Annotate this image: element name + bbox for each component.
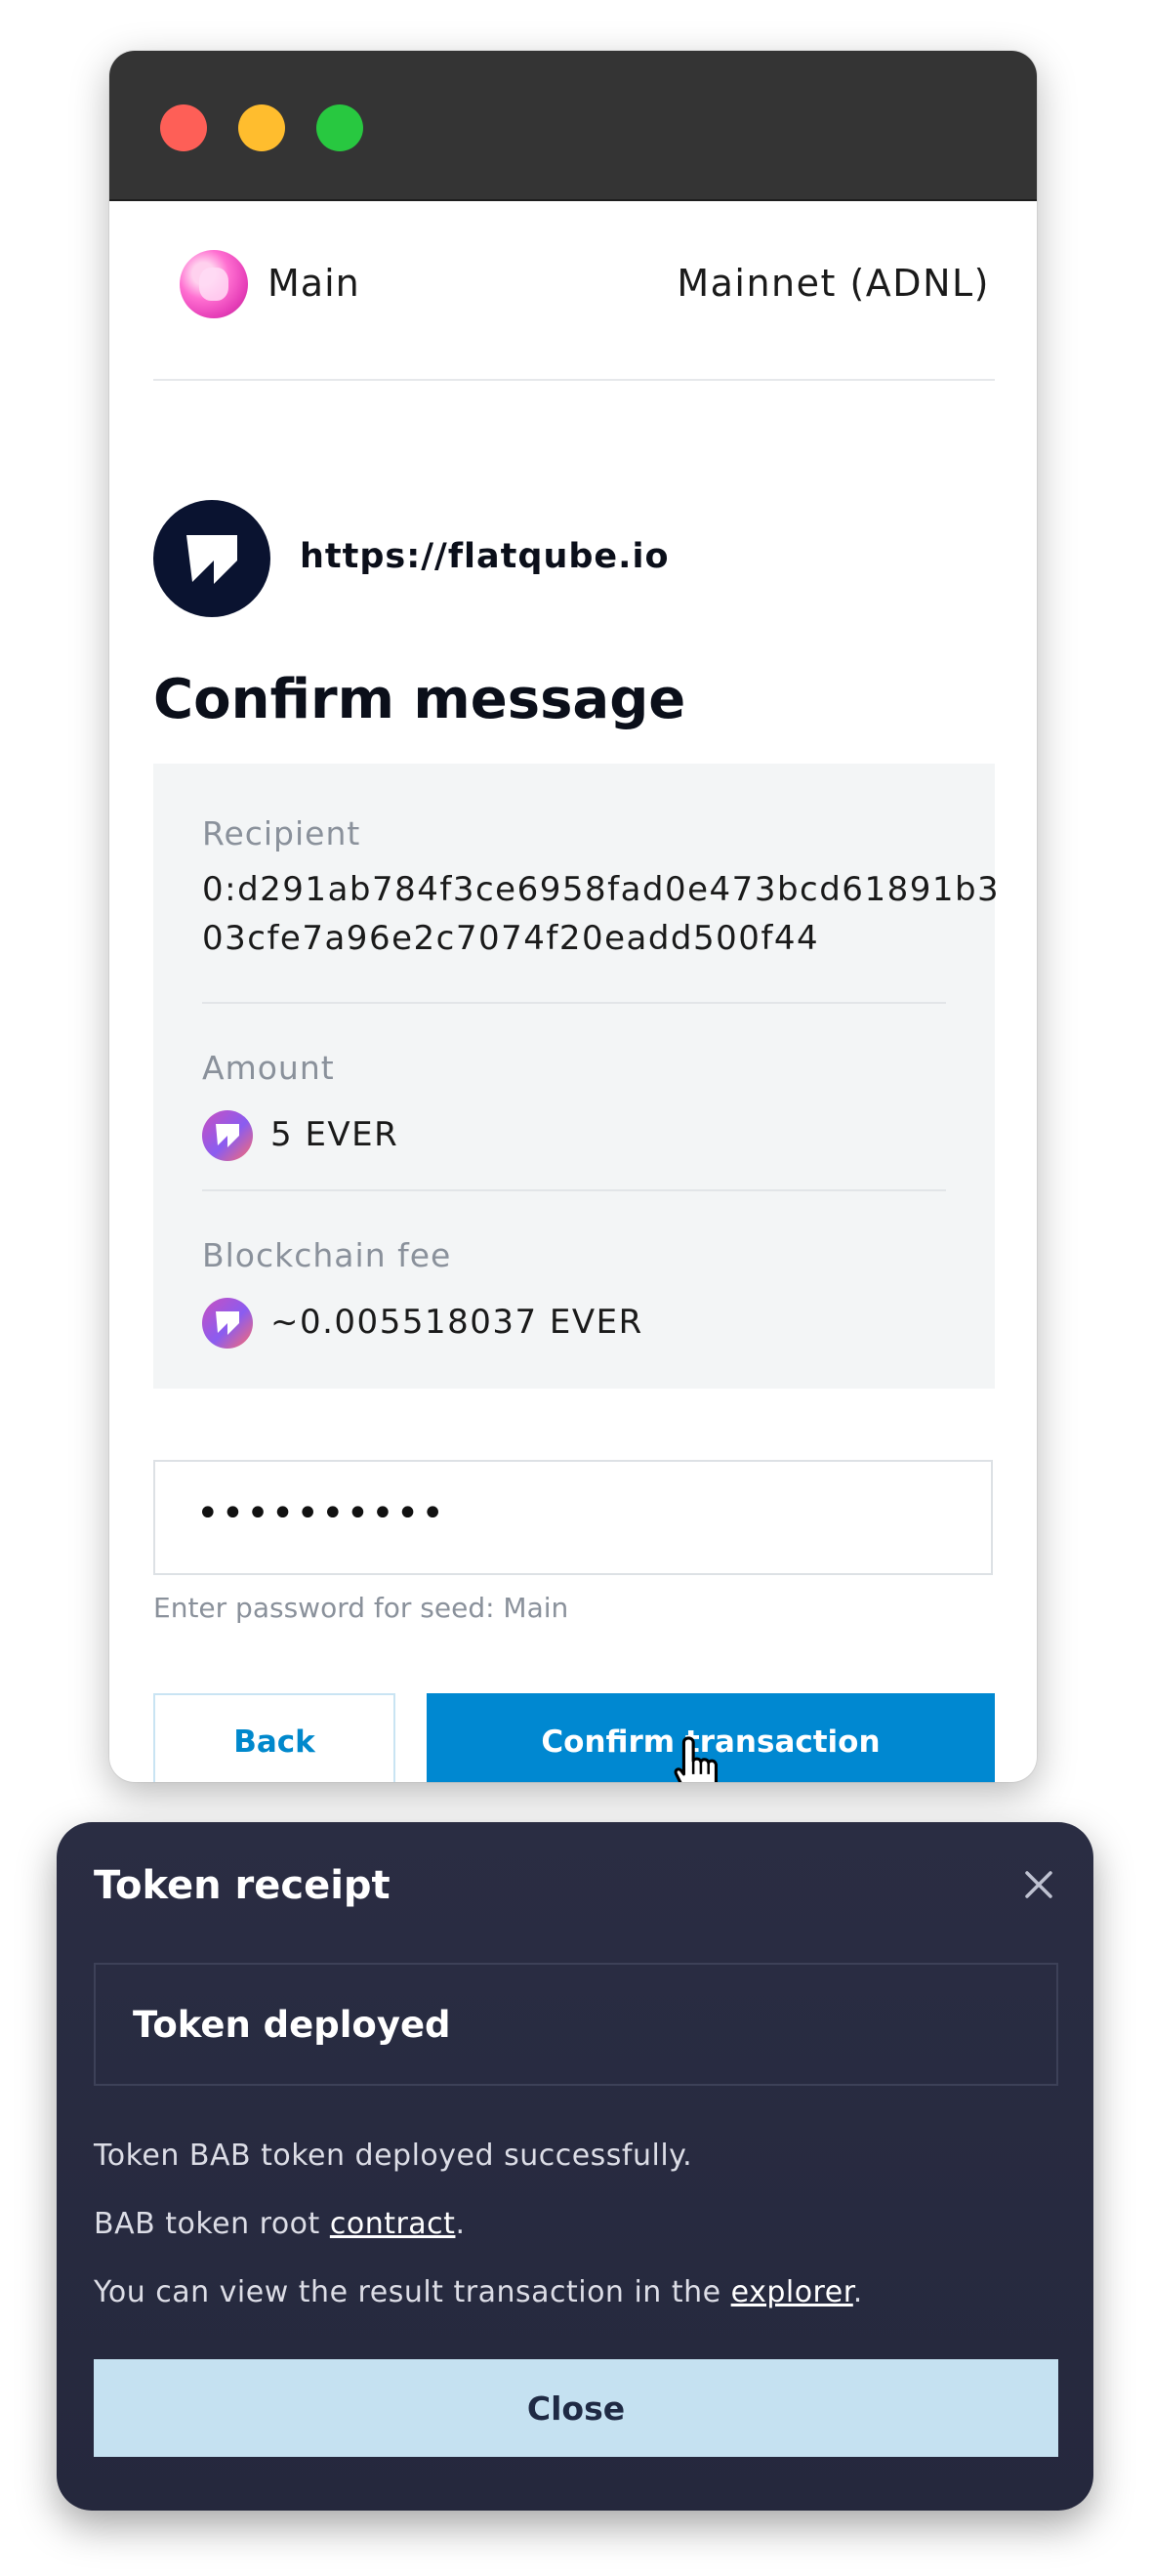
receipt-title: Token receipt [94, 1863, 391, 1908]
recipient-label: Recipient [202, 814, 361, 852]
recipient-address-line1: 0:d291ab784f3ce6958fad0e473bcd61891b3 [202, 870, 1001, 909]
transaction-details: Recipient 0:d291ab784f3ce6958fad0e473bcd… [153, 764, 999, 1389]
fee-label: Blockchain fee [202, 1236, 452, 1274]
explorer-prefix: You can view the result transaction in t… [94, 2275, 731, 2309]
account-header: Main Mainnet (ADNL) [180, 250, 990, 318]
contract-suffix: . [455, 2207, 466, 2241]
token-receipt-modal: Token receipt Token deployed Token BAB t… [57, 1822, 1093, 2511]
page-title: Confirm message [153, 668, 686, 731]
account-name[interactable]: Main [267, 262, 360, 305]
explorer-link[interactable]: explorer [731, 2275, 853, 2309]
flatqube-logo-icon [153, 500, 270, 617]
ever-token-icon [202, 1110, 253, 1161]
amount-label: Amount [202, 1049, 335, 1087]
site-url: https://flatqube.io [300, 537, 670, 576]
window-maximize-button[interactable] [316, 104, 363, 151]
hand-cursor-icon [674, 1736, 719, 1782]
success-text: Token BAB token deployed successfully. [94, 2139, 693, 2173]
recipient-address-line2: 03cfe7a96e2c7074f20eadd500f44 [202, 919, 820, 958]
wallet-content: Main Mainnet (ADNL) https://flatqube.io … [109, 201, 1037, 1782]
close-button[interactable]: Close [94, 2359, 1058, 2457]
status-text: Token deployed [133, 2004, 451, 2046]
ever-token-icon [202, 1298, 253, 1349]
receipt-line-contract: BAB token root contract. [94, 2207, 466, 2241]
receipt-line-success: Token BAB token deployed successfully. [94, 2139, 692, 2173]
status-box: Token deployed [94, 1963, 1058, 2086]
site-origin: https://flatqube.io [153, 500, 995, 617]
amount-value: 5 EVER [270, 1115, 399, 1154]
password-masked-value[interactable]: •••••••••• [196, 1491, 446, 1536]
window-minimize-button[interactable] [238, 104, 285, 151]
window-titlebar [109, 51, 1037, 201]
network-selector[interactable]: Mainnet (ADNL) [677, 262, 990, 305]
details-divider [202, 1002, 946, 1004]
account-avatar-icon[interactable] [180, 250, 248, 318]
fee-value: ~0.005518037 EVER [270, 1303, 643, 1342]
password-hint: Enter password for seed: Main [153, 1592, 569, 1624]
contract-link[interactable]: contract [330, 2207, 456, 2241]
explorer-suffix: . [852, 2275, 863, 2309]
close-icon[interactable] [1019, 1865, 1058, 1904]
password-input[interactable]: •••••••••• [153, 1460, 993, 1575]
header-divider [153, 379, 995, 381]
window-close-button[interactable] [160, 104, 207, 151]
receipt-line-explorer: You can view the result transaction in t… [94, 2275, 863, 2309]
details-divider [202, 1189, 946, 1191]
contract-prefix: BAB token root [94, 2207, 330, 2241]
wallet-window: Main Mainnet (ADNL) https://flatqube.io … [109, 51, 1037, 1782]
back-button[interactable]: Back [153, 1693, 395, 1782]
